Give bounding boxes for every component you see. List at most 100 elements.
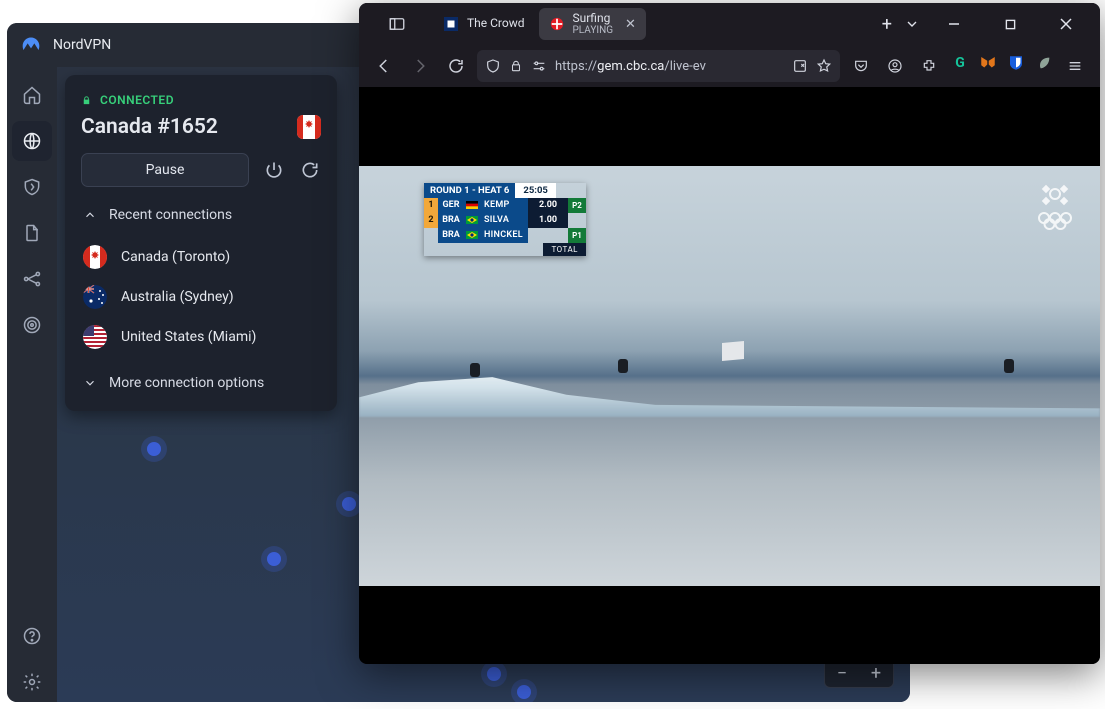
- recent-connection-item[interactable]: Canada (Toronto): [81, 237, 321, 277]
- zoom-out-button[interactable]: −: [837, 663, 847, 684]
- status-line: CONNECTED: [81, 93, 321, 107]
- recent-item-label: United States (Miami): [121, 329, 256, 345]
- recent-connections-header[interactable]: Recent connections: [83, 207, 321, 223]
- buoy: [722, 341, 744, 361]
- shield-icon[interactable]: [485, 58, 501, 74]
- sb-total-label: TOTAL: [543, 243, 586, 256]
- lock-icon: [81, 95, 92, 106]
- grammarly-extension-icon[interactable]: G: [948, 51, 972, 75]
- germany-flag-icon: [464, 198, 480, 213]
- sidebar-settings-button[interactable]: [12, 662, 52, 702]
- browser-content: ROUND 1 - HEAT 6 25:05 1 GER KEMP 2.00 P…: [359, 87, 1100, 664]
- canada-flag-icon: [83, 245, 107, 269]
- pause-button[interactable]: Pause: [81, 153, 249, 187]
- sidebar-shield-button[interactable]: [12, 167, 52, 207]
- sidebar-home-button[interactable]: [12, 75, 52, 115]
- brazil-flag-icon: [464, 228, 480, 243]
- window-close-button[interactable]: [1044, 3, 1088, 45]
- status-label: CONNECTED: [100, 93, 174, 107]
- panel-toggle-icon[interactable]: [388, 15, 406, 33]
- tab-favicon-icon: [443, 16, 459, 32]
- bookmark-star-icon[interactable]: [816, 58, 832, 74]
- tabs-dropdown-button[interactable]: [904, 16, 920, 32]
- scoreboard-row: 2 BRA SILVA 1.00: [424, 213, 586, 228]
- brazil-flag-icon: [464, 213, 480, 228]
- power-button[interactable]: [263, 159, 285, 181]
- australia-flag-icon: [83, 285, 107, 309]
- browser-tab-active[interactable]: Surfing PLAYING ✕: [539, 8, 646, 40]
- sb-country: GER: [438, 198, 464, 213]
- account-icon[interactable]: [880, 51, 910, 81]
- sb-priority-badge: P1: [568, 228, 586, 243]
- map-node[interactable]: [517, 685, 531, 699]
- extensions-icon[interactable]: [914, 51, 944, 81]
- sidebar-mesh-button[interactable]: [12, 259, 52, 299]
- recent-item-label: Australia (Sydney): [121, 289, 234, 305]
- tab-favicon-icon: [549, 16, 565, 32]
- sb-priority-badge: [568, 213, 586, 228]
- bitwarden-extension-icon[interactable]: [1004, 51, 1028, 75]
- sidebar-help-button[interactable]: [12, 616, 52, 656]
- sb-athlete-name: SILVA: [480, 213, 528, 228]
- chevron-down-icon: [83, 376, 97, 390]
- window-maximize-button[interactable]: [988, 3, 1032, 45]
- canada-flag-icon: [297, 115, 321, 139]
- sb-country: BRA: [438, 228, 464, 243]
- recent-connection-item[interactable]: Australia (Sydney): [81, 277, 321, 317]
- pocket-icon[interactable]: [846, 51, 876, 81]
- video-player[interactable]: ROUND 1 - HEAT 6 25:05 1 GER KEMP 2.00 P…: [359, 166, 1100, 586]
- sb-country: BRA: [438, 213, 464, 228]
- nordvpn-sidebar: [7, 67, 57, 702]
- recent-item-label: Canada (Toronto): [121, 249, 230, 265]
- olympics-logo-icon: [1034, 180, 1076, 230]
- recent-connection-item[interactable]: United States (Miami): [81, 317, 321, 357]
- sb-rank: [424, 228, 438, 243]
- sb-rank: 1: [424, 198, 438, 213]
- browser-window: The Crowd Surfing PLAYING ✕ +: [359, 3, 1100, 664]
- chevron-up-icon: [83, 208, 97, 222]
- zoom-in-button[interactable]: +: [871, 663, 881, 684]
- recent-header-label: Recent connections: [109, 207, 232, 223]
- nav-reload-button[interactable]: [441, 51, 471, 81]
- map-node[interactable]: [342, 497, 356, 511]
- nav-back-button[interactable]: [369, 51, 399, 81]
- scoreboard-time: 25:05: [515, 183, 555, 198]
- surfer: [618, 359, 628, 373]
- sidebar-globe-button[interactable]: [12, 121, 52, 161]
- sb-score: [528, 228, 568, 243]
- reader-mode-icon[interactable]: [792, 58, 808, 74]
- server-name: Canada #1652: [81, 115, 218, 139]
- browser-tabstrip: The Crowd Surfing PLAYING ✕ +: [359, 3, 1100, 45]
- metamask-extension-icon[interactable]: [976, 51, 1000, 75]
- tab-title: The Crowd: [467, 17, 525, 30]
- scoreboard-row: BRA HINCKEL P1: [424, 228, 586, 243]
- connection-panel: CONNECTED Canada #1652 Pause: [65, 75, 337, 411]
- more-connection-options[interactable]: More connection options: [81, 369, 321, 397]
- scoreboard-total: TOTAL: [424, 243, 586, 256]
- leaf-extension-icon[interactable]: [1032, 51, 1056, 75]
- more-options-label: More connection options: [109, 375, 264, 391]
- nav-forward-button[interactable]: [405, 51, 435, 81]
- refresh-button[interactable]: [299, 159, 321, 181]
- sidebar-file-button[interactable]: [12, 213, 52, 253]
- window-minimize-button[interactable]: [932, 3, 976, 45]
- app-menu-button[interactable]: [1060, 51, 1090, 81]
- lock-icon[interactable]: [509, 59, 523, 73]
- sb-athlete-name: HINCKEL: [480, 228, 528, 243]
- url-bar[interactable]: https://gem.cbc.ca/live-ev: [477, 50, 840, 82]
- usa-flag-icon: [83, 325, 107, 349]
- nordvpn-logo-icon: [21, 35, 41, 55]
- map-node[interactable]: [147, 442, 161, 456]
- browser-tab[interactable]: The Crowd: [433, 8, 535, 40]
- map-node[interactable]: [267, 552, 281, 566]
- pause-button-label: Pause: [146, 162, 185, 178]
- nordvpn-title: NordVPN: [53, 37, 111, 53]
- permissions-icon[interactable]: [531, 58, 547, 74]
- browser-toolbar: https://gem.cbc.ca/live-ev G: [359, 45, 1100, 87]
- tab-close-button[interactable]: ✕: [625, 17, 636, 32]
- sidebar-radar-button[interactable]: [12, 305, 52, 345]
- tab-subtitle: PLAYING: [573, 25, 614, 36]
- map-node[interactable]: [487, 667, 501, 681]
- sb-athlete-name: KEMP: [480, 198, 528, 213]
- new-tab-button[interactable]: +: [882, 14, 892, 35]
